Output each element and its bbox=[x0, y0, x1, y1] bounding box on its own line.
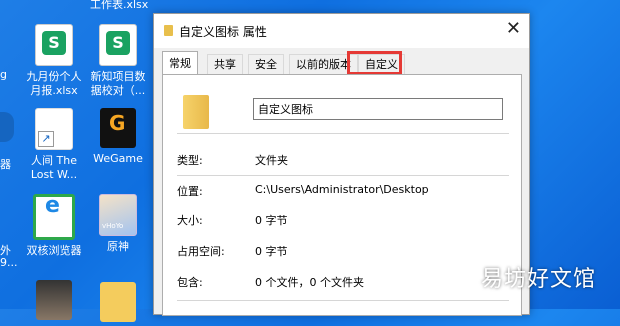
title-bar[interactable]: 自定义图标 属性 ✕ bbox=[154, 14, 529, 48]
desktop-icon-genshin[interactable]: 原神 bbox=[86, 194, 150, 254]
general-panel: 自定义图标 类型: 文件夹 位置: C:\Users\Administrator… bbox=[162, 74, 522, 316]
browser-icon bbox=[33, 194, 75, 240]
icon-label: 原神 bbox=[107, 240, 129, 253]
row-value: 0 字节 bbox=[255, 214, 288, 227]
icon-label: WeGame bbox=[93, 152, 143, 165]
desktop-icon-photo[interactable] bbox=[22, 280, 86, 324]
watermark: 易坊好文馆 bbox=[480, 267, 596, 292]
tab-general[interactable]: 常规 bbox=[162, 51, 198, 76]
properties-dialog: 自定义图标 属性 ✕ 常规 共享 安全 以前的版本 自定义 自定义图标 类型: … bbox=[153, 13, 530, 316]
row-value: C:\Users\Administrator\Desktop bbox=[255, 183, 429, 196]
shortcut-icon bbox=[35, 108, 73, 150]
icon-label: 新知项目数据校对（... bbox=[90, 70, 146, 97]
row-label: 位置: bbox=[177, 185, 203, 198]
spreadsheet-icon bbox=[99, 24, 137, 66]
icon-label: 双核浏览器 bbox=[26, 244, 82, 257]
partial-app-icon[interactable] bbox=[0, 112, 14, 142]
partial-label: g bbox=[0, 68, 7, 81]
spreadsheet-icon bbox=[35, 24, 73, 66]
customize-tab-highlight bbox=[347, 51, 402, 75]
divider bbox=[177, 300, 509, 301]
row-value: 文件夹 bbox=[255, 154, 288, 167]
partial-label: 9... bbox=[0, 256, 18, 269]
row-label: 大小: bbox=[177, 214, 203, 227]
desktop-icon-project-data[interactable]: 新知项目数据校对（... bbox=[86, 24, 150, 98]
image-icon bbox=[36, 280, 72, 320]
wegame-icon bbox=[100, 108, 136, 148]
game-icon bbox=[99, 194, 137, 236]
folder-icon bbox=[183, 95, 209, 129]
divider bbox=[177, 133, 509, 134]
cut-icon-label: 工作表.xlsx bbox=[90, 0, 149, 11]
tab-strip: 常规 共享 安全 以前的版本 自定义 bbox=[162, 51, 522, 76]
desktop-icon-lost-world[interactable]: 人间 The Lost W... bbox=[22, 108, 86, 182]
row-label: 包含: bbox=[177, 276, 203, 289]
dialog-title: 自定义图标 属性 bbox=[179, 25, 267, 39]
icon-label: 人间 The Lost W... bbox=[30, 154, 78, 181]
desktop-icon-september-report[interactable]: 九月份个人月报.xlsx bbox=[22, 24, 86, 98]
row-label: 类型: bbox=[177, 154, 203, 167]
folder-icon bbox=[164, 25, 173, 36]
partial-label: 器 bbox=[0, 158, 11, 171]
desktop-icon-folder[interactable] bbox=[86, 282, 150, 326]
row-value: 0 字节 bbox=[255, 245, 288, 258]
divider bbox=[177, 175, 509, 176]
desktop-icon-browser[interactable]: 双核浏览器 bbox=[22, 194, 86, 258]
icon-label: 九月份个人月报.xlsx bbox=[26, 70, 82, 97]
row-label: 占用空间: bbox=[177, 245, 225, 258]
row-value: 0 个文件，0 个文件夹 bbox=[255, 276, 364, 289]
tab-sharing[interactable]: 共享 bbox=[207, 54, 243, 75]
folder-icon bbox=[100, 282, 136, 322]
desktop-icon-wegame[interactable]: WeGame bbox=[86, 108, 150, 166]
folder-name-input[interactable]: 自定义图标 bbox=[253, 98, 503, 120]
close-icon[interactable]: ✕ bbox=[506, 18, 521, 39]
tab-security[interactable]: 安全 bbox=[248, 54, 284, 75]
